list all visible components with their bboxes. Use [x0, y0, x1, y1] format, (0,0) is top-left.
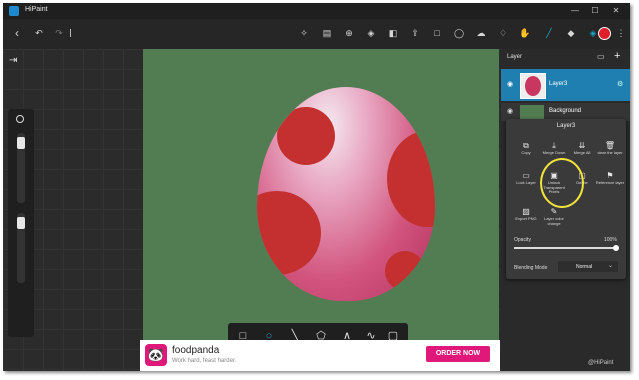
fill-icon[interactable]: ◈	[365, 27, 377, 39]
expand-panel-icon[interactable]: ⇥	[9, 55, 17, 66]
order-now-button[interactable]: ORDER NOW	[426, 346, 490, 362]
menu-item-merge-all[interactable]: ⇊ Merge All	[567, 141, 597, 156]
menu-item-label: clear the layer	[597, 150, 623, 155]
layer-thumbnail	[520, 73, 546, 99]
brush-size-thumb[interactable]	[17, 137, 25, 149]
adjust-icon[interactable]: ◧	[387, 27, 399, 39]
menu-item-label: Layer color change	[544, 216, 564, 226]
blending-mode-value: Normal	[576, 264, 593, 270]
add-layer-icon[interactable]: +	[614, 50, 620, 62]
menu-item-merge-down[interactable]: ⤓ Merge Down	[539, 141, 569, 156]
color-swatch-icon[interactable]	[598, 27, 611, 40]
menu-item-label: Lock Layer	[516, 180, 536, 185]
brush-size-panel	[8, 109, 34, 337]
layer-name: Background	[549, 108, 582, 114]
window-title: HiPaint	[25, 6, 48, 13]
brush-opacity-slider[interactable]	[17, 213, 25, 283]
new-folder-icon[interactable]: ▭	[597, 52, 605, 61]
chevron-down-icon: ⌄	[608, 263, 614, 269]
drawing-canvas[interactable]	[143, 49, 499, 345]
menu-title: Layer3	[556, 123, 576, 129]
minimize-icon[interactable]: —	[569, 5, 581, 16]
menu-item-label: Merge All	[573, 150, 591, 155]
export-icon[interactable]: ⇪	[409, 27, 421, 39]
layer-panel-title: Layer	[507, 54, 523, 60]
redo-icon[interactable]: ↷	[53, 27, 65, 39]
title-bar: HiPaint — ☐ ✕	[3, 3, 630, 19]
opacity-slider-fill	[514, 247, 616, 249]
ad-brand: foodpanda	[172, 345, 220, 356]
egg-drawing	[257, 87, 435, 301]
square-select-icon[interactable]: □	[431, 27, 443, 39]
menu-item-label: Export PNG	[515, 216, 537, 221]
menu-item-layer-color-change[interactable]: ✎ Layer color change	[539, 207, 569, 226]
layer-settings-icon[interactable]: ⚙	[617, 80, 623, 88]
app-logo-icon	[9, 6, 19, 16]
red-spot	[257, 191, 321, 275]
brush-dot-icon	[16, 115, 24, 123]
menu-item-export-png[interactable]: ▨ Export PNG	[511, 207, 541, 222]
foodpanda-logo-icon: 🐼	[145, 344, 167, 366]
ad-banner[interactable]: 🐼 foodpanda Work hard, feast harder. ORD…	[140, 340, 500, 371]
menu-item-clear-layer[interactable]: 🗑 clear the layer	[595, 141, 625, 156]
opacity-slider-thumb[interactable]	[613, 245, 619, 251]
main-toolbar: ‹ ↶ ↷ ✧ ▤ ⊕ ◈ ◧ ⇪ □ ◯ ☁ ♢ ✋ ╱ ◆ ◈ ⋮	[3, 19, 630, 49]
layer-row-layer3[interactable]: ◉ Layer3 ⚙	[501, 69, 630, 101]
opacity-label: Opacity	[514, 237, 531, 243]
more-icon[interactable]: ⋮	[615, 27, 627, 39]
undo-icon[interactable]: ↶	[33, 27, 45, 39]
menu-item-copy[interactable]: ⧉ Copy	[511, 141, 541, 156]
smudge-icon[interactable]: ☁	[475, 27, 487, 39]
eraser-icon[interactable]: ◆	[565, 27, 577, 39]
opacity-value: 100%	[604, 237, 617, 243]
visibility-eye-icon[interactable]: ◉	[507, 107, 513, 115]
brush-size-slider[interactable]	[17, 133, 25, 203]
blending-mode-label: Blending Mode	[514, 265, 548, 271]
app-window: HiPaint — ☐ ✕ ‹ ↶ ↷ ✧ ▤ ⊕ ◈ ◧ ⇪ □ ◯ ☁ ♢ …	[3, 3, 630, 371]
menu-item-reference-layer[interactable]: ⚑ Reference layer	[595, 171, 625, 186]
history-divider	[70, 29, 71, 37]
layer-panel: Layer ▭ + ◉ Layer3 ⚙ ◉ Background Layer3…	[501, 49, 630, 371]
red-spot	[385, 251, 425, 291]
red-spot	[387, 131, 435, 227]
menu-item-label: Reference layer	[595, 180, 625, 185]
brush-icon[interactable]: ╱	[543, 27, 555, 39]
thumbnail-egg	[525, 76, 541, 96]
maximize-icon[interactable]: ☐	[589, 5, 601, 16]
lasso-icon[interactable]: ◯	[453, 27, 465, 39]
canvas-workspace: ⇥ □ ○ ╲ ⬠ ∧ ∿ ▢	[3, 49, 501, 371]
layer-name: Layer3	[549, 81, 568, 87]
add-icon[interactable]: ⊕	[343, 27, 355, 39]
hand-icon[interactable]: ✋	[519, 27, 531, 39]
close-icon[interactable]: ✕	[610, 5, 622, 16]
layer-thumbnail	[520, 105, 544, 119]
brush-opacity-thumb[interactable]	[17, 217, 25, 229]
menu-item-lock-layer[interactable]: ▭ Lock Layer	[511, 171, 541, 186]
save-icon[interactable]: ▤	[321, 27, 333, 39]
highlight-annotation	[540, 158, 584, 208]
back-arrow-icon[interactable]: ‹	[11, 27, 23, 39]
menu-item-label: Merge Down	[542, 150, 566, 155]
watermark: @HiPaint	[588, 360, 614, 366]
opacity-slider-track[interactable]	[514, 245, 619, 251]
wand-icon[interactable]: ✧	[298, 27, 310, 39]
ad-tagline: Work hard, feast harder.	[172, 358, 237, 364]
visibility-eye-icon[interactable]: ◉	[507, 80, 513, 88]
drop-icon[interactable]: ♢	[497, 27, 509, 39]
menu-item-label: Copy	[521, 150, 531, 155]
blending-mode-select[interactable]: Normal ⌄	[558, 261, 618, 272]
red-spot	[277, 107, 335, 165]
